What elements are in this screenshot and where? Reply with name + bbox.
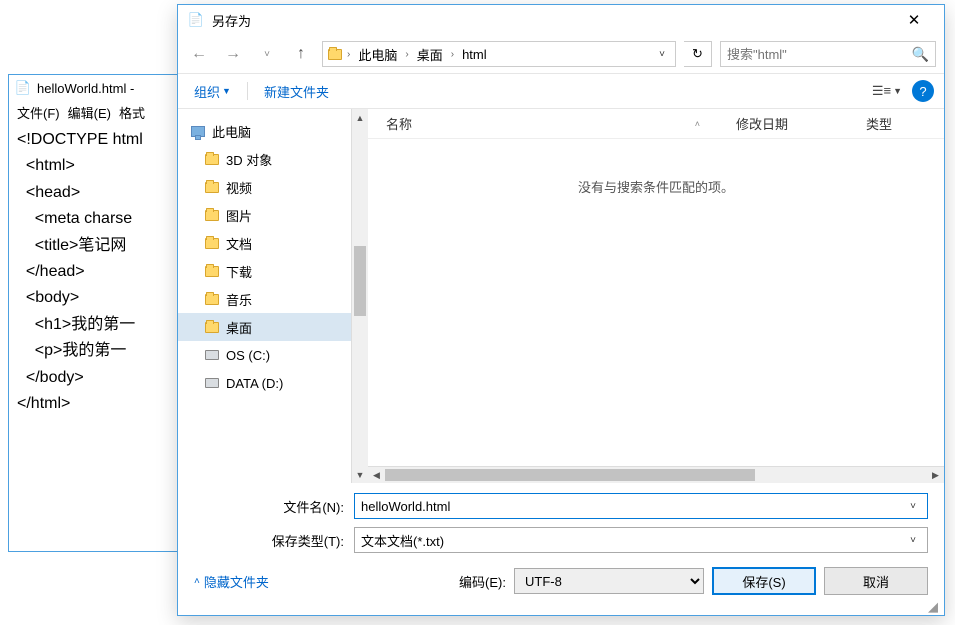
search-icon[interactable]: 🔍 (912, 46, 929, 63)
tree-item-label: DATA (D:) (226, 376, 283, 391)
cancel-button[interactable]: 取消 (824, 567, 928, 595)
view-button[interactable]: ☰≡ ▼ (872, 83, 902, 99)
tree-item-label: 桌面 (226, 318, 252, 337)
tree-item-3d[interactable]: 3D 对象 (178, 145, 351, 173)
folder-icon (204, 263, 220, 279)
close-button[interactable]: ✕ (894, 8, 934, 32)
help-button[interactable]: ? (912, 80, 934, 102)
dialog-icon: 📄 (188, 12, 204, 28)
dialog-titlebar: 📄 另存为 ✕ (178, 5, 944, 35)
drive-icon (204, 375, 220, 391)
folder-icon (204, 235, 220, 251)
horizontal-scrollbar[interactable]: ◀ ▶ (368, 466, 944, 483)
tree-item-label: 音乐 (226, 290, 252, 309)
tree-item-[interactable]: 此电脑 (178, 117, 351, 145)
col-date[interactable]: 修改日期 (718, 114, 848, 133)
footer: ˄隐藏文件夹 编码(E): UTF-8 保存(S) 取消 (178, 559, 944, 615)
scroll-up-icon[interactable]: ▲ (352, 109, 368, 126)
form-area: 文件名(N): helloWorld.html ˅ 保存类型(T): 文本文档(… (178, 483, 944, 559)
tree-item-[interactable]: 文档 (178, 229, 351, 257)
back-button[interactable]: ← (186, 41, 212, 67)
notepad-title-text: helloWorld.html - (37, 81, 134, 96)
pc-icon (190, 123, 206, 139)
tree-item-[interactable]: 下载 (178, 257, 351, 285)
filetype-select[interactable]: 文本文档(*.txt) ˅ (354, 527, 928, 553)
encoding-label: 编码(E): (459, 572, 506, 591)
nav-tree[interactable]: 此电脑 3D 对象视频图片文档下载音乐桌面 OS (C:) DATA (D:) (178, 109, 351, 483)
save-as-dialog: 📄 另存为 ✕ ← → ˅ ↑ › 此电脑 › 桌面 › html ˅ ↻ 🔍 … (177, 4, 945, 616)
folder-icon (204, 319, 220, 335)
separator (247, 82, 248, 100)
tree-item-datad[interactable]: DATA (D:) (178, 369, 351, 397)
menu-edit[interactable]: 编辑(E) (68, 103, 111, 122)
menu-file[interactable]: 文件(F) (17, 103, 60, 122)
tree-item-[interactable]: 图片 (178, 201, 351, 229)
filename-value[interactable]: helloWorld.html (361, 499, 450, 514)
menu-format[interactable]: 格式 (119, 103, 145, 122)
col-type[interactable]: 类型 (848, 114, 910, 133)
tree-item-label: 此电脑 (212, 122, 251, 141)
scroll-thumb[interactable] (385, 469, 755, 481)
toolbar: 组织 ▼ 新建文件夹 ☰≡ ▼ ? (178, 73, 944, 109)
search-input[interactable] (727, 47, 912, 62)
scroll-left-icon[interactable]: ◀ (368, 467, 385, 483)
tree-item-label: 视频 (226, 178, 252, 197)
filename-label: 文件名(N): (194, 497, 344, 516)
tree-scrollbar[interactable]: ▲ ▼ (351, 109, 368, 483)
chevron-icon: › (405, 49, 408, 60)
search-box[interactable]: 🔍 (720, 41, 936, 67)
resize-grip-icon[interactable]: ◢ (928, 599, 942, 613)
scroll-right-icon[interactable]: ▶ (927, 467, 944, 483)
column-headers: 名称˄ 修改日期 类型 (368, 109, 944, 139)
tree-item-label: 3D 对象 (226, 150, 272, 169)
chevron-icon: › (347, 49, 350, 60)
tree-item-[interactable]: 桌面 (178, 313, 351, 341)
dialog-title: 另存为 (212, 11, 251, 30)
scroll-thumb[interactable] (354, 246, 366, 316)
tree-item-label: 下载 (226, 262, 252, 281)
filetype-label: 保存类型(T): (194, 531, 344, 550)
new-folder-button[interactable]: 新建文件夹 (258, 78, 335, 105)
file-list: 名称˄ 修改日期 类型 没有与搜索条件匹配的项。 ◀ ▶ (368, 109, 944, 483)
address-dropdown[interactable]: ˅ (653, 49, 671, 60)
filetype-value: 文本文档(*.txt) (361, 531, 905, 550)
folder-icon (204, 179, 220, 195)
organize-button[interactable]: 组织 ▼ (188, 78, 237, 105)
hide-folders-link[interactable]: ˄隐藏文件夹 (194, 572, 269, 591)
nav-bar: ← → ˅ ↑ › 此电脑 › 桌面 › html ˅ ↻ 🔍 (178, 35, 944, 73)
crumb-desktop[interactable]: 桌面 (413, 43, 447, 66)
recent-dropdown[interactable]: ˅ (254, 41, 280, 67)
empty-message: 没有与搜索条件匹配的项。 (368, 139, 944, 466)
folder-icon (204, 291, 220, 307)
up-button[interactable]: ↑ (288, 41, 314, 67)
tree-item-label: OS (C:) (226, 348, 270, 363)
col-name[interactable]: 名称˄ (368, 114, 718, 133)
dropdown-icon[interactable]: ˅ (905, 501, 921, 512)
tree-item-osc[interactable]: OS (C:) (178, 341, 351, 369)
folder-icon (204, 151, 220, 167)
save-button[interactable]: 保存(S) (712, 567, 816, 595)
drive-icon (204, 347, 220, 363)
filename-input[interactable]: helloWorld.html ˅ (354, 493, 928, 519)
encoding-select[interactable]: UTF-8 (514, 568, 704, 594)
forward-button[interactable]: → (220, 41, 246, 67)
tree-item-label: 图片 (226, 206, 252, 225)
chevron-icon: › (451, 49, 454, 60)
tree-item-label: 文档 (226, 234, 252, 253)
crumb-pc[interactable]: 此电脑 (354, 43, 401, 66)
tree-item-[interactable]: 音乐 (178, 285, 351, 313)
content-area: 此电脑 3D 对象视频图片文档下载音乐桌面 OS (C:) DATA (D:) ▲ ▼… (178, 109, 944, 483)
dropdown-icon[interactable]: ˅ (905, 535, 921, 546)
refresh-button[interactable]: ↻ (684, 41, 712, 67)
scroll-down-icon[interactable]: ▼ (352, 466, 368, 483)
folder-icon (327, 46, 343, 62)
crumb-html[interactable]: html (458, 45, 491, 64)
address-bar[interactable]: › 此电脑 › 桌面 › html ˅ (322, 41, 676, 67)
tree-item-[interactable]: 视频 (178, 173, 351, 201)
folder-icon (204, 207, 220, 223)
notepad-icon: 📄 (15, 80, 31, 96)
